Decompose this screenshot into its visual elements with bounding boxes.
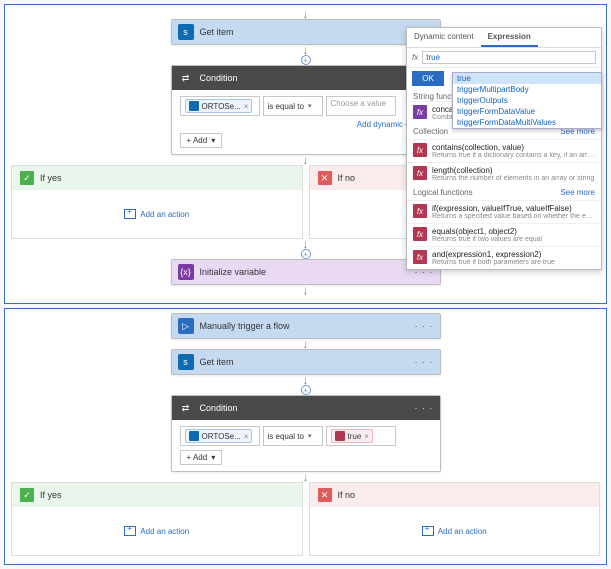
- add-action-button[interactable]: Add an action: [422, 526, 487, 536]
- see-more-link[interactable]: See more: [560, 188, 595, 197]
- insert-step-button[interactable]: +: [301, 55, 311, 65]
- add-row-button[interactable]: + Add▾: [180, 133, 223, 148]
- card-title: Get item: [200, 357, 409, 367]
- flow-editor-bottom: ▷ Manually trigger a flow · · · ↓ s Get …: [4, 308, 607, 565]
- check-icon: ✓: [20, 171, 34, 185]
- card-title: Manually trigger a flow: [200, 321, 409, 331]
- card-title: Initialize variable: [200, 267, 409, 277]
- add-action-button[interactable]: Add an action: [124, 526, 189, 536]
- condition-branches: ✓ If yes Add an action ✕ If no Add an ac…: [5, 482, 606, 556]
- add-action-icon: [124, 526, 136, 536]
- more-menu-icon[interactable]: · · ·: [415, 403, 434, 413]
- initialize-variable-card[interactable]: {x} Initialize variable · · ·: [171, 259, 441, 285]
- insert-step-button[interactable]: +: [301, 385, 311, 395]
- function-item[interactable]: fx and(expression1, expression2)Returns …: [407, 246, 601, 269]
- condition-icon: ⇄: [178, 400, 194, 416]
- fx-pill-icon: [335, 431, 345, 441]
- if-yes-header[interactable]: ✓ If yes: [12, 483, 302, 507]
- condition-value-input[interactable]: true×: [326, 426, 396, 446]
- function-item[interactable]: fx equals(object1, object2)Returns true …: [407, 223, 601, 246]
- more-menu-icon[interactable]: · · ·: [415, 357, 434, 367]
- remove-pill-icon[interactable]: ×: [364, 432, 369, 441]
- condition-card[interactable]: ⇄ Condition · · · ORTOSe...× is equal to…: [171, 65, 441, 155]
- if-yes-branch: ✓ If yes Add an action: [11, 482, 303, 556]
- tab-expression[interactable]: Expression: [481, 28, 538, 47]
- fx-icon: fx: [413, 105, 427, 119]
- chevron-down-icon: ▾: [211, 453, 215, 462]
- ok-button[interactable]: OK: [412, 71, 444, 86]
- arrow-down-icon: ↓: [303, 45, 309, 55]
- suggestion-item[interactable]: triggerFormDataMultiValues: [453, 117, 601, 128]
- function-item[interactable]: fx length(collection)Returns the number …: [407, 162, 601, 185]
- condition-operator-select[interactable]: is equal to▾: [263, 96, 323, 116]
- suggestion-item[interactable]: true: [453, 73, 601, 84]
- add-row-button[interactable]: + Add▾: [180, 450, 223, 465]
- if-no-branch: ✕ If no Add an action: [309, 482, 601, 556]
- sharepoint-pill-icon: [189, 101, 199, 111]
- arrow-down-icon: ↓: [303, 239, 309, 249]
- fx-icon: fx: [413, 227, 427, 241]
- chevron-down-icon: ▾: [308, 432, 312, 440]
- condition-left-operand[interactable]: ORTOSe...×: [180, 426, 260, 446]
- chevron-down-icon: ▾: [308, 102, 312, 110]
- add-dynamic-content-link[interactable]: Add dynamic content: [180, 120, 432, 129]
- if-yes-header[interactable]: ✓ If yes: [12, 166, 302, 190]
- get-item-card[interactable]: s Get item · · ·: [171, 19, 441, 45]
- cross-icon: ✕: [318, 171, 332, 185]
- arrow-down-icon: ↓: [303, 9, 309, 19]
- get-item-card[interactable]: s Get item · · ·: [171, 349, 441, 375]
- arrow-down-icon: ↓: [303, 339, 309, 349]
- arrow-down-icon: ↓: [303, 375, 309, 385]
- flow-trigger-icon: ▷: [178, 318, 194, 334]
- expression-popout: Dynamic content Expression fx true OK tr…: [406, 27, 602, 270]
- suggestion-item[interactable]: triggerMultipartBody: [453, 84, 601, 95]
- function-item[interactable]: fx if(expression, valueIfTrue, valueIfFa…: [407, 200, 601, 223]
- card-title: Condition: [200, 73, 409, 83]
- tab-dynamic-content[interactable]: Dynamic content: [407, 28, 481, 47]
- fx-icon: fx: [413, 250, 427, 264]
- check-icon: ✓: [20, 488, 34, 502]
- chevron-down-icon: ▾: [211, 136, 215, 145]
- add-action-icon: [124, 209, 136, 219]
- sharepoint-icon: s: [178, 354, 194, 370]
- add-action-button[interactable]: Add an action: [124, 209, 189, 219]
- card-title: Condition: [200, 403, 409, 413]
- fx-icon: fx: [413, 204, 427, 218]
- cross-icon: ✕: [318, 488, 332, 502]
- fx-icon: fx: [413, 143, 427, 157]
- variable-icon: {x}: [178, 264, 194, 280]
- arrow-down-icon: ↓: [303, 285, 309, 295]
- suggestion-item[interactable]: triggerOutputs: [453, 95, 601, 106]
- add-action-icon: [422, 526, 434, 536]
- sharepoint-icon: s: [178, 24, 194, 40]
- flow-editor-top: ↓ s Get item · · · ↓ + ⇄ Condition · · ·…: [4, 4, 607, 304]
- expression-input[interactable]: true: [422, 51, 596, 64]
- fx-icon: fx: [413, 166, 427, 180]
- condition-value-input[interactable]: Choose a value: [326, 96, 396, 116]
- autocomplete-list: true triggerMultipartBody triggerOutputs…: [452, 72, 602, 129]
- remove-pill-icon[interactable]: ×: [244, 432, 249, 441]
- fx-label: fx: [412, 53, 418, 62]
- condition-left-operand[interactable]: ORTOSe...×: [180, 96, 260, 116]
- card-title: Get item: [200, 27, 409, 37]
- arrow-down-icon: ↓: [303, 472, 309, 482]
- condition-card[interactable]: ⇄ Condition · · · ORTOSe...× is equal to…: [171, 395, 441, 472]
- if-no-header[interactable]: ✕ If no: [310, 483, 600, 507]
- condition-operator-select[interactable]: is equal to▾: [263, 426, 323, 446]
- arrow-down-icon: ↓: [303, 155, 309, 165]
- function-item[interactable]: fx contains(collection, value)Returns tr…: [407, 139, 601, 162]
- remove-pill-icon[interactable]: ×: [244, 102, 249, 111]
- suggestion-item[interactable]: triggerFormDataValue: [453, 106, 601, 117]
- category-logical: Logical functions See more: [407, 185, 601, 200]
- manual-trigger-card[interactable]: ▷ Manually trigger a flow · · ·: [171, 313, 441, 339]
- if-yes-branch: ✓ If yes Add an action: [11, 165, 303, 239]
- more-menu-icon[interactable]: · · ·: [415, 321, 434, 331]
- insert-step-button[interactable]: +: [301, 249, 311, 259]
- sharepoint-pill-icon: [189, 431, 199, 441]
- condition-icon: ⇄: [178, 70, 194, 86]
